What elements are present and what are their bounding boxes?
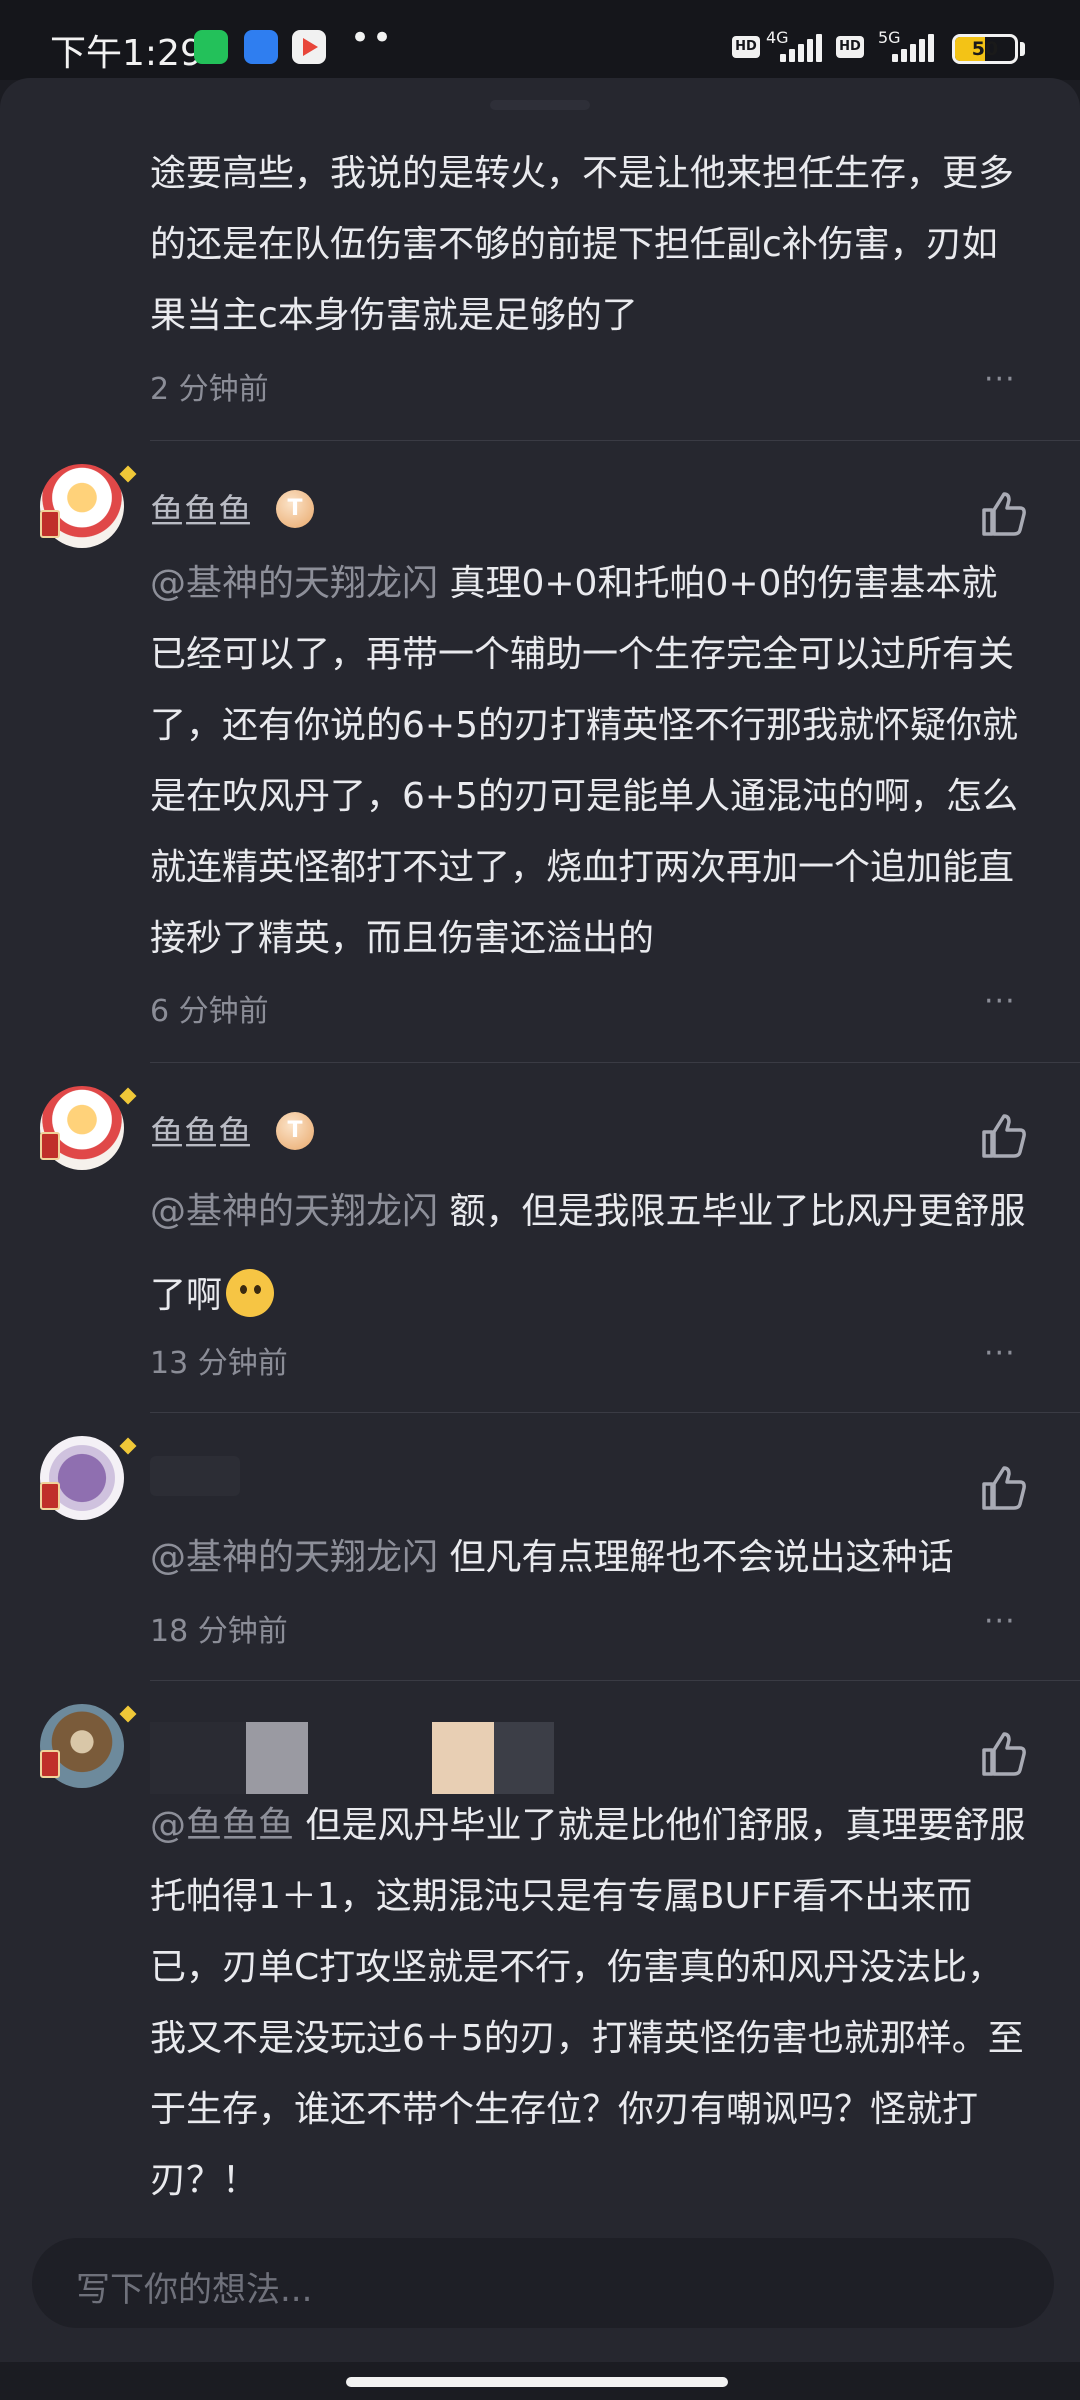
battery-level: 50 <box>971 38 999 60</box>
like-icon[interactable] <box>978 488 1030 540</box>
username[interactable]: 鱼鱼鱼 <box>150 1106 252 1155</box>
redacted-block <box>246 1722 308 1794</box>
avatar[interactable] <box>36 460 137 552</box>
divider <box>150 440 1080 441</box>
comment-text: 途要高些，我说的是转火，不是让他来担任生存，更多的还是在队伍伤害不够的前提下担任… <box>150 138 1030 351</box>
more-dots-icon: •• <box>350 18 395 58</box>
input-placeholder: 写下你的想法... <box>76 2270 313 2310</box>
avatar[interactable] <box>36 1082 137 1174</box>
more-options-icon[interactable]: ··· <box>984 362 1016 397</box>
more-options-icon[interactable]: ··· <box>984 984 1016 1019</box>
avatar[interactable] <box>36 1432 137 1524</box>
comment-body: 途要高些，我说的是转火，不是让他来担任生存，更多的还是在队伍伤害不够的前提下担任… <box>150 153 1015 336</box>
comment-time: 18 分钟前 <box>150 1614 288 1649</box>
emoji-icon <box>226 1269 275 1317</box>
comment-time: 6 分钟前 <box>150 994 269 1029</box>
username[interactable]: 鱼鱼鱼 <box>150 484 252 533</box>
comment-text: @基神的天翔龙闪 但凡有点理解也不会说出这种话 <box>150 1522 1030 1593</box>
mention-link[interactable]: @基神的天翔龙闪 <box>150 1537 438 1578</box>
like-icon[interactable] <box>978 1462 1030 1514</box>
comment-text: @基神的天翔龙闪 额，但是我限五毕业了比风丹更舒服了啊 <box>150 1170 1030 1338</box>
status-time: 下午1:29 <box>50 33 203 74</box>
comment-body: 但是风丹毕业了就是比他们舒服，真理要舒服托帕得1＋1，这期混沌只是有专属BUFF… <box>150 1805 1026 2201</box>
hd-badge: HD <box>732 36 760 58</box>
like-icon[interactable] <box>978 1110 1030 1162</box>
comment-body: 真理0+0和托帕0+0的伤害基本就已经可以了，再带一个辅助一个生存完全可以过所有… <box>150 563 1018 959</box>
like-icon[interactable] <box>978 1728 1030 1780</box>
home-indicator[interactable] <box>346 2377 728 2387</box>
drag-handle[interactable] <box>490 100 590 110</box>
battery-icon: 50 <box>952 34 1018 64</box>
username-redacted <box>150 1722 246 1794</box>
avatar[interactable] <box>36 1700 137 1792</box>
redacted-block <box>494 1722 554 1794</box>
comment-time: 2 分钟前 <box>150 372 269 407</box>
level-badge: T <box>276 490 314 528</box>
level-badge: T <box>276 1112 314 1150</box>
signal-icon <box>892 34 936 62</box>
mention-link[interactable]: @基神的天翔龙闪 <box>150 563 438 604</box>
username-redacted[interactable] <box>150 1456 240 1496</box>
status-bar: 下午1:29 •• HD 4G HD 5G 50 <box>0 0 1080 80</box>
more-options-icon[interactable]: ··· <box>984 1604 1016 1639</box>
more-options-icon[interactable]: ··· <box>984 1336 1016 1371</box>
comment-text: @鱼鱼鱼 但是风丹毕业了就是比他们舒服，真理要舒服托帕得1＋1，这期混沌只是有专… <box>150 1790 1030 2216</box>
hd-badge: HD <box>836 36 864 58</box>
comment-text: @基神的天翔龙闪 真理0+0和托帕0+0的伤害基本就已经可以了，再带一个辅助一个… <box>150 548 1030 974</box>
radio-icon <box>244 30 278 64</box>
comment-input[interactable]: 写下你的想法... <box>32 2238 1054 2328</box>
divider <box>150 1062 1080 1063</box>
play-icon <box>292 30 326 64</box>
battery-tip <box>1020 42 1025 56</box>
divider <box>150 1680 1080 1681</box>
comment-time: 13 分钟前 <box>150 1346 288 1381</box>
mention-link[interactable]: @鱼鱼鱼 <box>150 1805 294 1846</box>
mention-link[interactable]: @基神的天翔龙闪 <box>150 1191 438 1232</box>
redacted-block <box>432 1722 494 1794</box>
comment-body: 但凡有点理解也不会说出这种话 <box>449 1537 954 1578</box>
signal-icon <box>780 34 824 62</box>
wechat-icon <box>194 30 228 64</box>
divider <box>150 1412 1080 1413</box>
